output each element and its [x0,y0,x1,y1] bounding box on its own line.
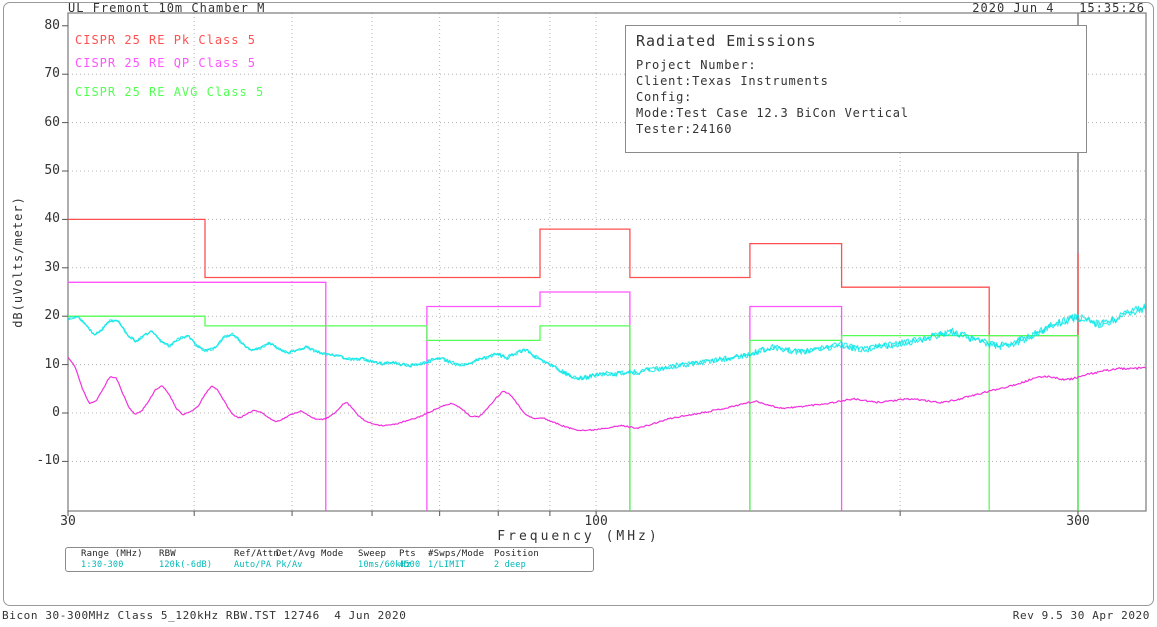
datetime: 2020 Jun 4 15:35:26 [972,1,1145,15]
trace [68,306,1146,380]
settings-header-cell: Position [494,549,539,559]
y-tick-label: 10 [14,357,60,372]
info-line-client: Client:Texas Instruments [636,74,829,88]
settings-header-cell: Range (MHz) [81,549,143,559]
info-line-tester: Tester:24160 [636,122,732,136]
settings-value-cell[interactable]: 2 deep [494,560,526,570]
settings-header-cell: Sweep [358,549,386,559]
y-tick-label: 0 [14,405,60,420]
settings-header-cell: Pts [399,549,416,559]
y-tick-label: 60 [14,115,60,130]
settings-value-cell[interactable]: Pk/Av [276,560,303,570]
x-tick-label: 100 [566,514,626,529]
y-tick-label: 40 [14,211,60,226]
page-title: UL Fremont 10m Chamber M [68,1,265,15]
info-box-title: Radiated Emissions [636,32,817,50]
legend-item-avg: CISPR 25 RE AVG Class 5 [75,85,264,99]
y-tick-label: 30 [14,260,60,275]
info-line-config: Config: [636,90,692,104]
settings-header-cell: Ref/Attn [234,549,279,559]
settings-value-cell[interactable]: 4500 [399,560,420,570]
footer-revision: Rev 9.5 30 Apr 2020 [1013,609,1150,622]
x-tick-label: 300 [1048,514,1108,529]
y-tick-label: 20 [14,308,60,323]
settings-table: Range (MHz) RBW Ref/AttnDet/Avg Mode Sweep P… [65,547,594,572]
settings-value-cell[interactable]: Auto/PA [234,560,271,570]
y-tick-label: -10 [14,453,60,468]
y-tick-label: 50 [14,163,60,178]
x-axis-label: Frequency (MHz) [0,529,1157,544]
x-tick-label: 30 [38,514,98,529]
settings-value-cell[interactable]: 120k(-6dB) [159,560,212,570]
y-tick-label: 80 [14,18,60,33]
y-tick-label: 70 [14,66,60,81]
trace [68,357,1146,430]
test-info-box: Radiated Emissions Project Number: Clien… [625,25,1087,153]
info-line-project: Project Number: [636,58,756,72]
settings-header-cell: #Swps/Mode [428,549,484,559]
settings-header-cell: RBW [159,549,176,559]
footer-test-file: Bicon 30-300MHz Class 5_120kHz RBW.TST 1… [2,609,406,622]
settings-value-cell[interactable]: 1/LIMIT [428,560,465,570]
settings-value-cell[interactable]: 1:30-300 [81,560,124,570]
info-line-mode: Mode:Test Case 12.3 BiCon Vertical [636,106,909,120]
legend-item-pk: CISPR 25 RE Pk Class 5 [75,33,256,47]
trace [68,304,1146,380]
legend-item-qp: CISPR 25 RE QP Class 5 [75,56,256,70]
settings-header-cell: Det/Avg Mode [276,549,343,559]
